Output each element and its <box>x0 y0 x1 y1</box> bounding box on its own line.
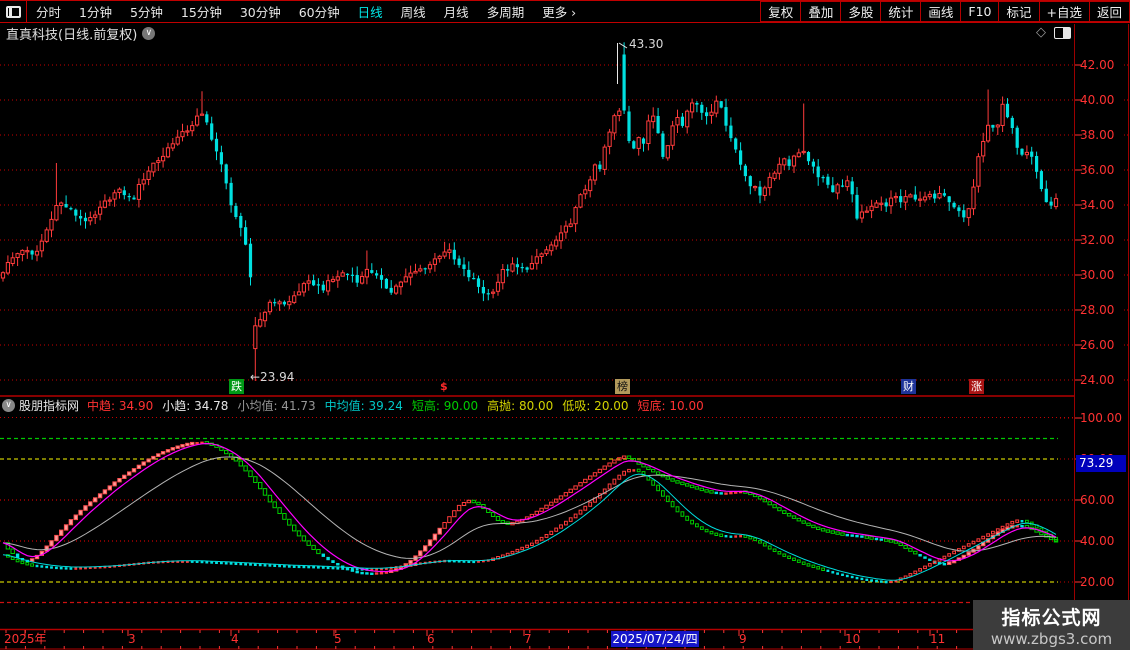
period-tabs: 分时 1分钟 5分钟 15分钟 30分钟 60分钟 日线 周线 月线 多周期 更多 › <box>27 1 585 22</box>
watermark-url: www.zbgs3.com <box>990 629 1113 648</box>
toolbar-button[interactable]: +自选 <box>1038 1 1089 22</box>
y-axis-value-box: 73.29 <box>1076 455 1126 472</box>
diamond-icon[interactable]: ◇ <box>1036 25 1046 40</box>
layout-icon-glyph <box>5 5 21 18</box>
x-axis-label: 7 <box>524 632 532 646</box>
indicator-title: 股朋指标网 <box>19 399 80 413</box>
indicator-params: 中趋: 34.90 小趋: 34.78 小均值: 41.73 中均值: 39.24 短高… <box>87 397 713 414</box>
band-label: 榜 <box>615 379 630 394</box>
y-axis-label: 40.00 <box>1080 93 1115 107</box>
y-axis-label: 100.00 <box>1080 411 1122 425</box>
period-tab[interactable]: 多周期 <box>478 2 534 21</box>
trading-app-window: 分时 1分钟 5分钟 15分钟 30分钟 60分钟 日线 周线 月线 多周期 更多 › 复权 叠加 多股… <box>0 0 1130 650</box>
y-axis-label: 34.00 <box>1080 198 1115 212</box>
y-axis-label: 26.00 <box>1080 338 1115 352</box>
x-axis-label: 4 <box>231 632 239 646</box>
x-axis-label: 9 <box>739 632 747 646</box>
toolbar-button[interactable]: 复权 <box>760 1 801 22</box>
toolbar-button[interactable]: 标记 <box>998 1 1039 22</box>
watermark: 指标公式网 www.zbgs3.com <box>973 600 1130 650</box>
toolbar-buttons: 复权 叠加 多股 统计 画线 F10 标记 +自选 返回 <box>760 1 1130 22</box>
band-label: 跌 <box>229 379 244 394</box>
watermark-title: 指标公式网 <box>1001 606 1102 629</box>
y-axis-label: 36.00 <box>1080 163 1115 177</box>
x-axis-year-label: 2025年 <box>4 632 47 646</box>
y-axis-label: 38.00 <box>1080 128 1115 142</box>
indicator-param: 中趋: 34.90 <box>87 399 154 413</box>
indicator-header: ∨ 股朋指标网 中趋: 34.90 小趋: 34.78 小均值: 41.73 中均值:… <box>0 397 1072 414</box>
period-tab[interactable]: 30分钟 <box>231 2 290 21</box>
band-label: 财 <box>901 379 916 394</box>
indicator-param: 中均值: 39.24 <box>324 399 403 413</box>
toolbar-button[interactable]: 返回 <box>1088 1 1130 22</box>
y-axis-label: 24.00 <box>1080 373 1115 387</box>
layout-icon[interactable] <box>0 1 27 22</box>
x-axis-row: 2025年 3 4 5 6 7 9 10 11 2025/07/24/四 <box>0 631 1074 648</box>
panel-split-icon[interactable] <box>1054 26 1071 39</box>
y-axis-label: 42.00 <box>1080 58 1115 72</box>
x-axis-label: 6 <box>427 632 435 646</box>
toolbar-button[interactable]: 统计 <box>880 1 921 22</box>
indicator-param: 短底: 10.00 <box>637 399 704 413</box>
title-row: 直真科技(日线.前复权) ∨ ◇ <box>0 24 1130 43</box>
indicator-param: 小趋: 34.78 <box>162 399 229 413</box>
top-toolbar: 分时 1分钟 5分钟 15分钟 30分钟 60分钟 日线 周线 月线 多周期 更多 › 复权 叠加 多股… <box>0 0 1130 23</box>
indicator-param: 小均值: 41.73 <box>237 399 316 413</box>
title-row-icons: ◇ <box>1036 25 1071 40</box>
toolbar-button[interactable]: F10 <box>960 1 999 22</box>
chevron-down-icon[interactable]: ∨ <box>142 26 156 40</box>
symbol-title: 直真科技(日线.前复权) <box>6 27 138 43</box>
y-axis-label: 28.00 <box>1080 303 1115 317</box>
period-tab[interactable]: 日线 <box>349 2 392 21</box>
indicator-param: 低吸: 20.00 <box>562 399 629 413</box>
period-tab[interactable]: 5分钟 <box>121 2 172 21</box>
y-axis-label: 40.00 <box>1080 534 1115 548</box>
x-axis-date-box: 2025/07/24/四 <box>611 631 699 647</box>
band-label: $ <box>440 380 448 393</box>
indicator-param: 短高: 90.00 <box>411 399 479 413</box>
low-annotation: ←23.94 <box>250 370 295 384</box>
indicator-collapse-icon[interactable]: ∨ <box>2 399 15 412</box>
x-axis-label: 3 <box>128 632 136 646</box>
indicator-param: 高抛: 80.00 <box>487 399 554 413</box>
toolbar-button[interactable]: 多股 <box>840 1 881 22</box>
x-axis-label: 10 <box>845 632 861 646</box>
period-tab[interactable]: 周线 <box>392 2 435 21</box>
y-axis-label: 20.00 <box>1080 575 1115 589</box>
period-tab[interactable]: 分时 <box>27 2 70 21</box>
x-axis-label: 11 <box>930 632 946 646</box>
toolbar-button[interactable]: 画线 <box>920 1 961 22</box>
period-tab[interactable]: 60分钟 <box>290 2 349 21</box>
y-axis-label: 60.00 <box>1080 493 1115 507</box>
period-tab[interactable]: 1分钟 <box>70 2 121 21</box>
toolbar-button[interactable]: 叠加 <box>800 1 841 22</box>
chart-canvas[interactable] <box>0 42 1130 650</box>
period-tab[interactable]: 月线 <box>435 2 478 21</box>
high-annotation: 43.30 <box>629 37 664 51</box>
y-axis-label: 32.00 <box>1080 233 1115 247</box>
period-tab[interactable]: 15分钟 <box>172 2 231 21</box>
x-axis-label: 5 <box>334 632 342 646</box>
y-axis-label: 30.00 <box>1080 268 1115 282</box>
band-label: 涨 <box>969 379 984 394</box>
period-tab[interactable]: 更多 › <box>533 2 585 21</box>
